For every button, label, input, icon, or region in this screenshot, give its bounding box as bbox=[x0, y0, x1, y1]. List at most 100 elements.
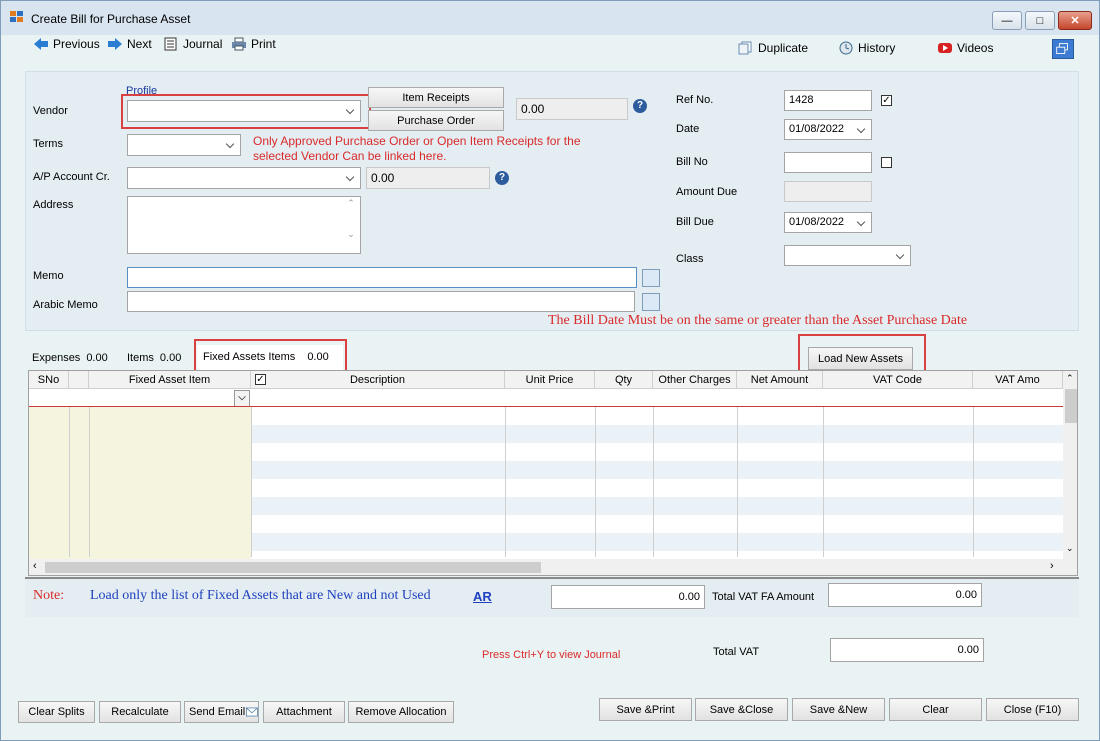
col-other-charges[interactable]: Other Charges bbox=[653, 371, 737, 389]
maximize-button[interactable]: □ bbox=[1025, 11, 1055, 30]
previous-label: Previous bbox=[53, 37, 100, 51]
help-icon[interactable]: ? bbox=[633, 99, 647, 113]
col-net-amount[interactable]: Net Amount bbox=[737, 371, 823, 389]
col-unit-price[interactable]: Unit Price bbox=[505, 371, 595, 389]
ap-account-dropdown[interactable] bbox=[127, 167, 361, 189]
tab-expenses-label: Expenses bbox=[32, 352, 81, 364]
duplicate-label: Duplicate bbox=[758, 41, 809, 55]
scroll-up-icon[interactable]: ⌃ bbox=[1066, 373, 1074, 384]
grid-line bbox=[89, 407, 90, 557]
col-description-label: Description bbox=[349, 373, 406, 386]
grid-line bbox=[69, 407, 70, 557]
arabic-memo-save-icon[interactable] bbox=[642, 293, 660, 311]
previous-button[interactable]: Previous bbox=[33, 37, 100, 51]
col-vat-amount[interactable]: VAT Amo bbox=[973, 371, 1063, 389]
clear-button[interactable]: Clear bbox=[889, 698, 982, 721]
attachment-button[interactable]: Attachment bbox=[263, 701, 345, 723]
videos-label: Videos bbox=[957, 41, 994, 55]
asset-dropdown-button[interactable] bbox=[234, 390, 250, 407]
scroll-left-icon[interactable]: ‹ bbox=[33, 560, 37, 572]
history-button[interactable]: History bbox=[838, 41, 895, 55]
amount-due-field bbox=[784, 181, 872, 202]
memo-input[interactable] bbox=[127, 267, 637, 288]
restore-layout-button[interactable] bbox=[1052, 39, 1074, 59]
history-label: History bbox=[858, 41, 896, 55]
col-vat-code[interactable]: VAT Code bbox=[823, 371, 973, 389]
grid-line bbox=[653, 407, 654, 557]
duplicate-button[interactable]: Duplicate bbox=[738, 41, 808, 55]
send-email-button[interactable]: Send Email bbox=[184, 701, 259, 723]
print-label: Print bbox=[251, 37, 276, 51]
select-all-checkbox[interactable]: ✓ bbox=[255, 374, 266, 385]
ref-no-checkbox[interactable]: ✓ bbox=[881, 95, 892, 106]
terms-label: Terms bbox=[33, 138, 63, 150]
bill-no-checkbox[interactable] bbox=[881, 157, 892, 168]
left-columns-area bbox=[29, 407, 251, 559]
bill-due-label: Bill Due bbox=[676, 216, 714, 228]
journal-label: Journal bbox=[183, 37, 223, 51]
col-sno[interactable]: SNo bbox=[29, 371, 69, 389]
ap-help-icon[interactable]: ? bbox=[495, 171, 509, 185]
grid-horizontal-scrollbar[interactable]: ‹ › bbox=[29, 559, 1077, 575]
journal-button[interactable]: Journal bbox=[163, 37, 222, 51]
printer-icon bbox=[232, 37, 246, 51]
scroll-down-icon[interactable]: ⌄ bbox=[1066, 543, 1074, 554]
tab-items[interactable]: Items 0.00 bbox=[127, 352, 181, 364]
address-scrollbar[interactable]: ⌃ ⌄ bbox=[344, 198, 358, 252]
print-button[interactable]: Print bbox=[231, 37, 276, 51]
grid-vertical-scrollbar[interactable]: ⌃ ⌄ bbox=[1063, 371, 1077, 559]
col-fixed-asset-item[interactable]: Fixed Asset Item bbox=[89, 371, 251, 389]
arabic-memo-label: Arabic Memo bbox=[33, 299, 98, 311]
history-clock-icon bbox=[839, 41, 853, 55]
tab-items-label: Items bbox=[127, 352, 154, 364]
class-dropdown[interactable] bbox=[784, 245, 911, 266]
scroll-right-icon[interactable]: › bbox=[1050, 560, 1054, 572]
address-textarea[interactable] bbox=[127, 196, 361, 254]
duplicate-icon bbox=[738, 41, 752, 55]
vendor-label: Vendor bbox=[33, 105, 68, 117]
arrow-left-icon bbox=[34, 38, 48, 50]
minimize-button[interactable]: — bbox=[992, 11, 1022, 30]
grid-line bbox=[823, 407, 824, 557]
vendor-highlight bbox=[121, 94, 371, 129]
next-button[interactable]: Next bbox=[107, 37, 152, 51]
arrow-right-icon bbox=[108, 38, 122, 50]
videos-button[interactable]: Videos bbox=[937, 41, 993, 55]
ar-link[interactable]: AR bbox=[473, 589, 492, 604]
purchase-order-button[interactable]: Purchase Order bbox=[368, 110, 504, 131]
clear-splits-button[interactable]: Clear Splits bbox=[18, 701, 95, 723]
scroll-thumb[interactable] bbox=[1065, 389, 1077, 423]
row-stripe bbox=[251, 497, 1063, 515]
remove-allocation-button[interactable]: Remove Allocation bbox=[348, 701, 454, 723]
close-f10-button[interactable]: Close (F10) bbox=[986, 698, 1079, 721]
row-stripe bbox=[251, 461, 1063, 479]
arabic-memo-input[interactable] bbox=[127, 291, 635, 312]
col-qty[interactable]: Qty bbox=[595, 371, 653, 389]
ap-account-label: A/P Account Cr. bbox=[33, 171, 110, 183]
memo-save-icon[interactable] bbox=[642, 269, 660, 287]
terms-dropdown[interactable] bbox=[127, 134, 241, 156]
date-picker[interactable]: 01/08/2022 bbox=[784, 119, 872, 140]
app-icon bbox=[10, 11, 23, 22]
col-description[interactable]: ✓ Description bbox=[251, 371, 505, 389]
h-scroll-thumb[interactable] bbox=[45, 562, 541, 573]
tab-expenses[interactable]: Expenses 0.00 bbox=[32, 352, 108, 364]
save-close-button[interactable]: Save &Close bbox=[695, 698, 788, 721]
grid-line bbox=[251, 407, 252, 557]
close-window-button[interactable]: ✕ bbox=[1058, 11, 1092, 30]
save-print-button[interactable]: Save &Print bbox=[599, 698, 692, 721]
ref-no-input[interactable]: 1428 bbox=[784, 90, 872, 111]
row-stripe bbox=[251, 533, 1063, 551]
total-vat-label: Total VAT bbox=[713, 646, 760, 658]
bill-no-input[interactable] bbox=[784, 152, 872, 173]
fixed-assets-grid[interactable]: SNo Fixed Asset Item ✓ Description Unit … bbox=[28, 370, 1078, 576]
load-assets-highlight bbox=[798, 334, 926, 373]
item-receipts-button[interactable]: Item Receipts bbox=[368, 87, 504, 108]
tab-items-amount: 0.00 bbox=[159, 352, 182, 364]
bill-due-picker[interactable]: 01/08/2022 bbox=[784, 212, 872, 233]
recalculate-button[interactable]: Recalculate bbox=[99, 701, 181, 723]
bill-date-note: The Bill Date Must be on the same or gre… bbox=[548, 313, 968, 328]
title-bar: Create Bill for Purchase Asset — □ ✕ bbox=[1, 1, 1099, 35]
save-new-button[interactable]: Save &New bbox=[792, 698, 885, 721]
date-label: Date bbox=[676, 123, 700, 135]
